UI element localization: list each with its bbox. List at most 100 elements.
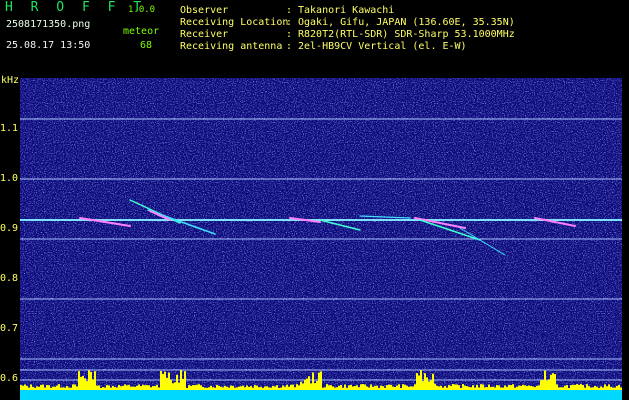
y-tick-label: 1.0	[0, 173, 19, 184]
info-value-observer: Takanori Kawachi	[298, 5, 395, 16]
activity-bar	[222, 387, 224, 390]
activity-bar	[144, 385, 146, 390]
activity-bar	[330, 385, 332, 390]
activity-bar	[408, 386, 410, 390]
activity-bar	[230, 385, 232, 390]
activity-bar	[72, 384, 74, 390]
activity-bar	[556, 384, 558, 390]
activity-bar	[188, 385, 190, 390]
activity-bar	[28, 387, 30, 390]
activity-bar	[496, 385, 498, 390]
activity-bar	[96, 385, 98, 390]
activity-bar	[58, 384, 60, 390]
activity-bar	[98, 385, 100, 390]
activity-bar	[458, 385, 460, 390]
activity-bar	[60, 387, 62, 390]
activity-bar	[568, 387, 570, 390]
activity-bar	[194, 385, 196, 390]
activity-bar	[74, 384, 76, 390]
activity-bar	[390, 384, 392, 390]
activity-bar	[48, 385, 50, 390]
activity-bar	[500, 387, 502, 390]
activity-bar	[232, 385, 234, 390]
activity-bar	[158, 387, 160, 390]
activity-bar	[228, 387, 230, 390]
activity-bar	[358, 387, 360, 390]
activity-bar	[172, 383, 174, 390]
activity-bar	[486, 387, 488, 390]
activity-bar	[146, 385, 148, 390]
activity-bar	[470, 387, 472, 390]
activity-bar	[372, 386, 374, 390]
activity-bar	[104, 387, 106, 390]
activity-bar	[198, 384, 200, 390]
activity-bar	[312, 372, 314, 390]
activity-bar	[532, 386, 534, 390]
activity-bar	[44, 387, 46, 390]
activity-bar	[224, 385, 226, 390]
activity-bar	[424, 373, 426, 390]
activity-bar	[30, 384, 32, 390]
activity-bar	[510, 385, 512, 390]
activity-bar	[564, 385, 566, 390]
activity-bar	[354, 385, 356, 390]
activity-bar	[494, 387, 496, 390]
activity-bar	[90, 371, 92, 390]
activity-bar	[396, 385, 398, 390]
activity-bar	[298, 385, 300, 390]
activity-bar	[50, 387, 52, 390]
activity-bar	[382, 386, 384, 390]
activity-bar	[466, 386, 468, 390]
activity-bar	[476, 384, 478, 390]
activity-bar	[274, 386, 276, 390]
activity-bar	[120, 386, 122, 390]
activity-bar	[580, 384, 582, 390]
activity-bar	[244, 387, 246, 390]
activity-bar	[412, 386, 414, 390]
activity-bar	[614, 387, 616, 390]
activity-bar	[378, 387, 380, 390]
activity-bar	[356, 385, 358, 390]
activity-bar	[602, 387, 604, 390]
activity-bar	[26, 385, 28, 390]
activity-bar	[516, 386, 518, 390]
activity-bar	[534, 387, 536, 390]
activity-bar	[52, 386, 54, 390]
activity-bar	[518, 385, 520, 390]
app-logo: H R O F F T	[5, 0, 147, 15]
activity-bar	[430, 380, 432, 390]
activity-bar	[22, 385, 24, 390]
activity-bar	[164, 371, 166, 390]
activity-bar	[64, 387, 66, 390]
activity-bar	[246, 385, 248, 390]
activity-bar	[452, 384, 454, 390]
activity-bar	[106, 385, 108, 390]
activity-bar	[450, 385, 452, 390]
activity-bar	[210, 385, 212, 390]
activity-bar	[514, 387, 516, 390]
activity-bar	[406, 385, 408, 390]
activity-bar	[338, 385, 340, 390]
activity-bar	[136, 385, 138, 390]
activity-bar	[600, 386, 602, 390]
info-colon: :	[286, 29, 293, 40]
activity-bar	[320, 371, 322, 390]
activity-bar	[574, 384, 576, 390]
activity-bar	[148, 385, 150, 390]
activity-bar	[554, 374, 556, 390]
activity-bar	[68, 387, 70, 390]
activity-bar	[492, 386, 494, 390]
activity-bar	[610, 386, 612, 390]
activity-bar	[140, 386, 142, 390]
activity-bar	[130, 386, 132, 390]
activity-bar	[388, 384, 390, 390]
activity-bar	[468, 386, 470, 390]
y-tick-label: 0.6	[0, 373, 19, 384]
activity-bar	[80, 376, 82, 390]
activity-bar	[362, 384, 364, 390]
activity-bar	[54, 386, 56, 390]
info-colon: :	[286, 17, 293, 28]
activity-bar	[310, 383, 312, 390]
activity-bar	[174, 382, 176, 390]
activity-bar	[344, 384, 346, 390]
